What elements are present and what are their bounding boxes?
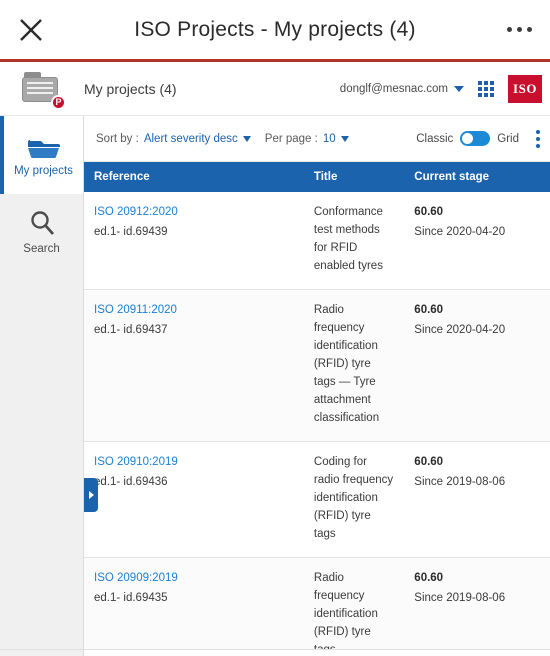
reference-link[interactable]: ISO 20909:2019 xyxy=(94,569,294,587)
cell-current-stage: 60.60 Since 2019-08-06 xyxy=(404,442,540,558)
site-header: P My projects (4) donglf@mesnac.com ISO xyxy=(0,62,550,116)
stage-code: 60.60 xyxy=(414,453,530,471)
projects-table: Reference Title Current stage Committee … xyxy=(84,162,550,656)
table-row[interactable]: ISO 20911:2020 ed.1- id.69437 Radio freq… xyxy=(84,290,550,442)
view-mode-classic-label[interactable]: Classic xyxy=(416,133,453,145)
cell-current-stage: 60.60 Since 2020-04-20 xyxy=(404,290,540,442)
table-row[interactable]: ISO 20909:2019 ed.1- id.69435 Radio freq… xyxy=(84,558,550,656)
sort-value[interactable]: Alert severity desc xyxy=(144,133,238,145)
more-vertical-icon[interactable] xyxy=(536,130,540,148)
per-page-control[interactable]: Per page : 10 xyxy=(265,133,349,145)
table-row[interactable]: ISO 20912:2020 ed.1- id.69439 Conformanc… xyxy=(84,192,550,290)
cell-reference: ISO 20909:2019 ed.1- id.69435 xyxy=(84,558,304,656)
cell-current-stage: 60.60 Since 2020-04-20 xyxy=(404,192,540,290)
stage-code: 60.60 xyxy=(414,569,530,587)
chevron-right-icon xyxy=(89,491,94,499)
account-menu[interactable]: donglf@mesnac.com xyxy=(340,83,464,95)
cell-current-stage: 60.60 Since 2019-08-06 xyxy=(404,558,540,656)
window-title-bar: ISO Projects - My projects (4) xyxy=(0,0,550,62)
reference-sub: ed.1- id.69439 xyxy=(94,223,294,241)
cell-committee: ISO/TC 31/WG xyxy=(541,290,550,442)
list-toolbar: Sort by : Alert severity desc Per page :… xyxy=(84,116,550,162)
more-options-icon xyxy=(507,27,532,32)
cell-title: Coding for radio frequency identificatio… xyxy=(304,442,404,558)
sidebar-item-my-projects[interactable]: My projects xyxy=(0,116,83,194)
close-button[interactable] xyxy=(0,0,62,61)
sidebar-expand-handle[interactable] xyxy=(84,478,98,512)
table-header: Reference Title Current stage Committee xyxy=(84,162,550,192)
section-label: My projects (4) xyxy=(84,81,177,97)
cell-title: Radio frequency identification (RFID) ty… xyxy=(304,558,404,656)
reference-link[interactable]: ISO 20912:2020 xyxy=(94,203,294,221)
cell-reference: ISO 20911:2020 ed.1- id.69437 xyxy=(84,290,304,442)
chevron-down-icon[interactable] xyxy=(243,136,251,142)
stage-since: Since 2019-08-06 xyxy=(414,589,530,607)
bottom-edge xyxy=(0,649,550,656)
column-header-current-stage[interactable]: Current stage xyxy=(404,162,540,192)
reference-sub: ed.1- id.69436 xyxy=(94,473,294,491)
chevron-down-icon xyxy=(454,86,464,92)
toggle-knob xyxy=(462,133,473,144)
stage-since: Since 2019-08-06 xyxy=(414,473,530,491)
cell-title: Radio frequency identification (RFID) ty… xyxy=(304,290,404,442)
sidebar-item-label: My projects xyxy=(14,165,73,177)
chevron-down-icon[interactable] xyxy=(341,136,349,142)
cell-committee: ISO/TC 31/WG xyxy=(541,442,550,558)
stage-code: 60.60 xyxy=(414,203,530,221)
projects-folder-icon: P xyxy=(20,70,64,108)
column-header-reference[interactable]: Reference xyxy=(84,162,304,192)
app-body: My projects Search Sort by : Alert sever… xyxy=(0,116,550,656)
more-options-button[interactable] xyxy=(488,0,550,61)
main-content: Sort by : Alert severity desc Per page :… xyxy=(84,116,550,656)
view-mode-switch: Classic Grid xyxy=(416,130,540,148)
sidebar-item-search[interactable]: Search xyxy=(0,194,83,272)
stage-since: Since 2020-04-20 xyxy=(414,321,530,339)
table-header-row: Reference Title Current stage Committee xyxy=(84,162,550,192)
iso-brand-logo[interactable]: ISO xyxy=(508,75,542,103)
per-page-value[interactable]: 10 xyxy=(323,133,336,145)
column-header-title[interactable]: Title xyxy=(304,162,404,192)
reference-link[interactable]: ISO 20911:2020 xyxy=(94,301,294,319)
sidebar: My projects Search xyxy=(0,116,84,656)
projects-logo[interactable]: P xyxy=(0,70,84,108)
projects-table-scroll[interactable]: Reference Title Current stage Committee … xyxy=(84,162,550,656)
sort-control[interactable]: Sort by : Alert severity desc xyxy=(96,133,251,145)
bottom-edge-sidebar-fill xyxy=(0,650,84,656)
per-page-label: Per page : xyxy=(265,133,318,145)
folder-badge: P xyxy=(51,95,66,110)
cell-committee: ISO/TC 31/WG xyxy=(541,558,550,656)
site-header-actions: donglf@mesnac.com ISO xyxy=(340,75,550,103)
cell-title: Conformance test methods for RFID enable… xyxy=(304,192,404,290)
close-icon xyxy=(18,17,44,43)
cell-reference: ISO 20910:2019 ed.1- id.69436 xyxy=(84,442,304,558)
page-title: ISO Projects - My projects (4) xyxy=(62,18,488,42)
table-body: ISO 20912:2020 ed.1- id.69439 Conformanc… xyxy=(84,192,550,656)
stage-since: Since 2020-04-20 xyxy=(414,223,530,241)
reference-link[interactable]: ISO 20910:2019 xyxy=(94,453,294,471)
view-mode-grid-label[interactable]: Grid xyxy=(497,133,519,145)
sidebar-item-label: Search xyxy=(23,243,59,255)
account-email: donglf@mesnac.com xyxy=(340,83,448,95)
stage-code: 60.60 xyxy=(414,301,530,319)
sort-label: Sort by : xyxy=(96,133,139,145)
column-header-committee[interactable]: Committee xyxy=(541,162,550,192)
magnifier-icon xyxy=(28,211,56,237)
folder-open-icon xyxy=(27,133,61,159)
cell-reference: ISO 20912:2020 ed.1- id.69439 xyxy=(84,192,304,290)
reference-sub: ed.1- id.69437 xyxy=(94,321,294,339)
view-mode-toggle[interactable] xyxy=(460,131,490,146)
cell-committee: ISO/TC 31/WG xyxy=(541,192,550,290)
table-row[interactable]: ISO 20910:2019 ed.1- id.69436 Coding for… xyxy=(84,442,550,558)
reference-sub: ed.1- id.69435 xyxy=(94,589,294,607)
apps-grid-icon[interactable] xyxy=(478,81,494,97)
